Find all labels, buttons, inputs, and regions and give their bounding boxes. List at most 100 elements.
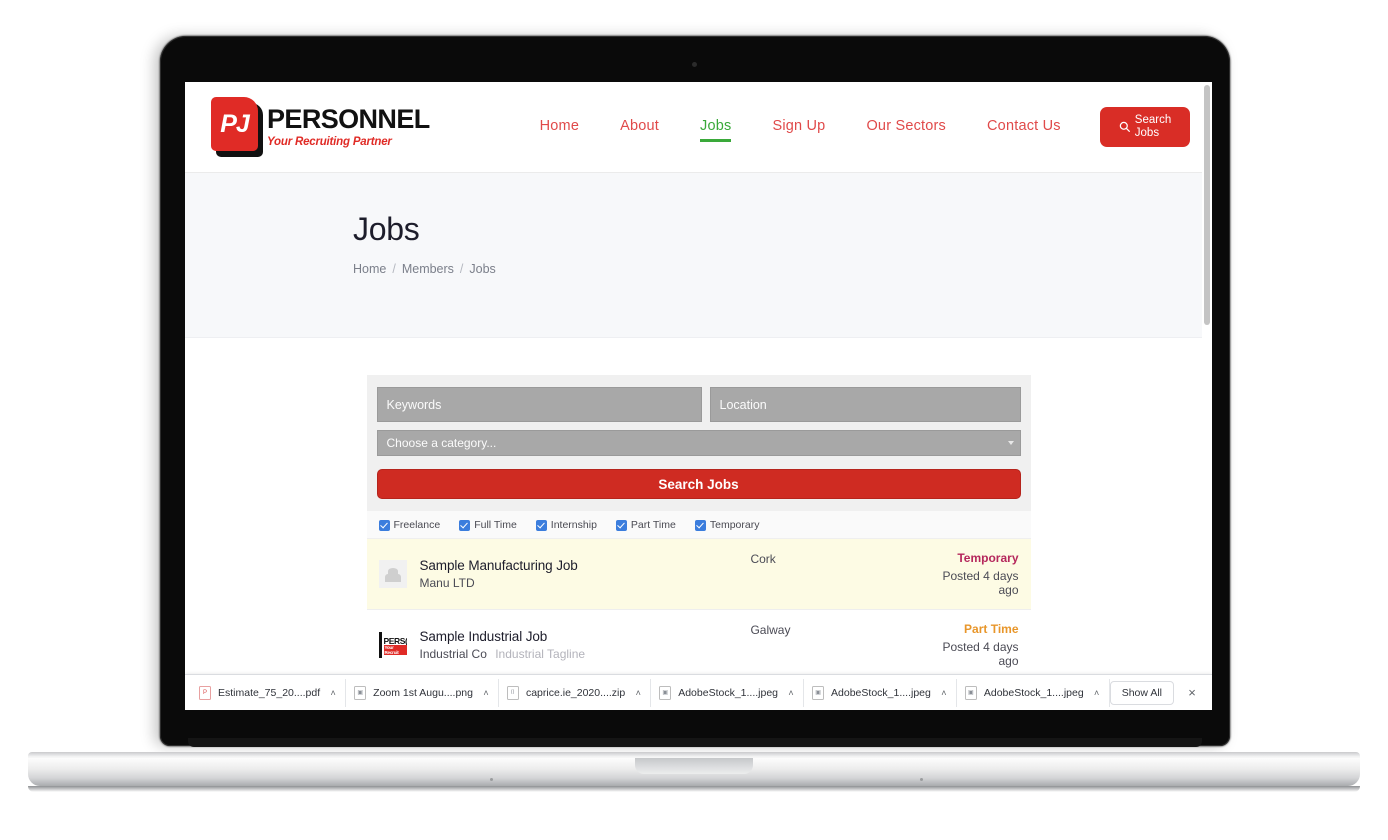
nav-item-about[interactable]: About	[620, 118, 659, 137]
download-file-name: Estimate_75_20....pdf	[218, 686, 321, 699]
scrollbar-thumb[interactable]	[1204, 85, 1210, 325]
job-list-item[interactable]: PERS( Your Recruit Sample Industrial Job…	[366, 610, 1031, 681]
brand-name: PERSONNEL	[267, 104, 430, 134]
download-item[interactable]: P Estimate_75_20....pdf ˄	[191, 678, 347, 707]
location-placeholder: Location	[719, 397, 767, 412]
filter-part-time[interactable]: Part Time	[615, 519, 676, 531]
breadcrumb-separator: /	[392, 262, 396, 276]
checkbox-icon[interactable]	[378, 519, 390, 531]
page-scrollbar[interactable]	[1202, 82, 1212, 710]
job-posted-date: Posted 4 days ago	[942, 640, 1019, 668]
pj-personnel-logo-icon: PERS( Your Recruit	[378, 631, 407, 659]
filter-internship[interactable]: Internship	[535, 519, 597, 531]
checkbox-icon[interactable]	[615, 519, 627, 531]
laptop-notch	[635, 758, 753, 774]
chevron-up-icon[interactable]: ˄	[327, 687, 339, 699]
nav-item-our-sectors[interactable]: Our Sectors	[866, 118, 946, 137]
filter-label: Full Time	[474, 519, 517, 531]
laptop-mockup: PJ PERSONNEL Your Recruiting Partner Hom…	[0, 0, 1388, 840]
download-file-name: AdobeStock_1....jpeg	[831, 686, 931, 699]
placeholder-image-icon	[378, 560, 407, 588]
download-file-name: caprice.ie_2020....zip	[525, 686, 626, 699]
show-all-downloads-button[interactable]: Show All	[1109, 680, 1174, 705]
job-type-badge: Temporary	[957, 551, 1019, 565]
job-list-item[interactable]: Sample Manufacturing Job Manu LTD Cork T…	[366, 539, 1031, 610]
browser-download-bar: P Estimate_75_20....pdf ˄ ▣ Zoom 1st Aug…	[185, 674, 1212, 710]
category-placeholder: Choose a category...	[386, 436, 497, 450]
job-type-filters: Freelance Full Time Internship Part Time	[366, 511, 1031, 539]
breadcrumb: Home / Members / Jobs	[353, 262, 1212, 276]
laptop-hinge	[188, 738, 1202, 747]
nav-item-home[interactable]: Home	[540, 118, 579, 137]
filter-freelance[interactable]: Freelance	[378, 519, 441, 531]
chevron-down-icon	[1007, 441, 1014, 445]
image-file-icon: ▣	[964, 685, 977, 700]
job-search-widget: Keywords Location Choose a category... S…	[366, 375, 1031, 681]
main-navigation: Home About Jobs Sign Up Our Sectors Cont…	[540, 118, 1061, 142]
download-item[interactable]: ▣ AdobeStock_1....jpeg ˄	[651, 678, 805, 707]
image-file-icon: ▣	[659, 685, 672, 700]
job-title: Sample Industrial Job	[419, 629, 548, 644]
breadcrumb-item-jobs: Jobs	[469, 262, 496, 276]
image-file-icon: ▣	[812, 685, 825, 700]
nav-item-contact-us[interactable]: Contact Us	[987, 118, 1061, 137]
filter-label: Freelance	[393, 519, 441, 531]
webcam-icon	[691, 62, 697, 67]
filter-full-time[interactable]: Full Time	[459, 519, 517, 531]
page-title: Jobs	[353, 211, 420, 247]
pdf-file-icon: P	[199, 685, 211, 700]
category-select[interactable]: Choose a category...	[376, 430, 1021, 456]
download-item[interactable]: ▣ Zoom 1st Augu....png ˄	[346, 678, 499, 707]
filter-label: Internship	[550, 519, 597, 531]
job-type-badge: Part Time	[964, 622, 1019, 636]
keywords-placeholder: Keywords	[386, 397, 442, 412]
checkbox-icon[interactable]	[459, 519, 471, 531]
breadcrumb-item-members[interactable]: Members	[402, 262, 454, 276]
site-logo[interactable]: PJ PERSONNEL Your Recruiting Partner	[211, 97, 430, 157]
breadcrumb-item-home[interactable]: Home	[353, 262, 386, 276]
search-icon	[1119, 120, 1130, 135]
download-file-name: AdobeStock_1....jpeg	[983, 686, 1084, 699]
header-search-jobs-button[interactable]: Search Jobs	[1100, 107, 1190, 147]
base-foot-dot	[490, 778, 493, 781]
image-file-icon: ▣	[354, 685, 367, 700]
page-content: Keywords Location Choose a category... S…	[185, 338, 1212, 681]
chevron-up-icon[interactable]: ˄	[1091, 687, 1103, 699]
chevron-up-icon[interactable]: ˄	[938, 687, 950, 699]
location-input[interactable]: Location	[709, 387, 1021, 422]
search-jobs-submit-button[interactable]: Search Jobs	[376, 469, 1021, 499]
checkbox-icon[interactable]	[694, 519, 706, 531]
pj-badge-text: PJ	[220, 109, 250, 138]
nav-item-jobs[interactable]: Jobs	[700, 118, 732, 142]
download-item[interactable]: ▣ AdobeStock_1....jpeg ˄	[957, 678, 1110, 707]
checkbox-icon[interactable]	[535, 519, 547, 531]
chevron-up-icon[interactable]: ˄	[632, 687, 644, 699]
job-company: Manu LTD	[419, 576, 475, 590]
search-button-line2: Jobs	[1134, 127, 1160, 139]
job-company: Industrial Co	[419, 647, 487, 661]
keywords-input[interactable]: Keywords	[376, 387, 702, 422]
job-search-form: Keywords Location Choose a category... S…	[366, 375, 1031, 511]
download-file-name: AdobeStock_1....jpeg	[678, 686, 779, 699]
page-hero: Jobs Home / Members / Jobs	[185, 173, 1212, 338]
zip-file-icon: ⌷	[506, 685, 519, 700]
breadcrumb-separator: /	[459, 262, 464, 276]
job-posted-date: Posted 4 days ago	[942, 569, 1019, 597]
search-button-line1: Search	[1134, 114, 1172, 126]
chevron-up-icon[interactable]: ˄	[480, 687, 492, 699]
chevron-up-icon[interactable]: ˄	[785, 687, 797, 699]
browser-screen: PJ PERSONNEL Your Recruiting Partner Hom…	[185, 82, 1212, 710]
job-tagline: Industrial Tagline	[495, 647, 586, 661]
download-item[interactable]: ▣ AdobeStock_1....jpeg ˄	[804, 678, 957, 707]
download-item[interactable]: ⌷ caprice.ie_2020....zip ˄	[499, 678, 652, 707]
close-icon[interactable]: ×	[1184, 686, 1200, 699]
filter-label: Part Time	[630, 519, 676, 531]
download-file-name: Zoom 1st Augu....png	[373, 686, 473, 699]
job-location: Galway	[750, 623, 791, 637]
filter-temporary[interactable]: Temporary	[694, 519, 760, 531]
brand-tagline: Your Recruiting Partner	[267, 136, 392, 148]
site-header: PJ PERSONNEL Your Recruiting Partner Hom…	[185, 82, 1212, 173]
filter-label: Temporary	[709, 519, 760, 531]
job-location: Cork	[750, 552, 776, 566]
nav-item-sign-up[interactable]: Sign Up	[772, 118, 825, 137]
